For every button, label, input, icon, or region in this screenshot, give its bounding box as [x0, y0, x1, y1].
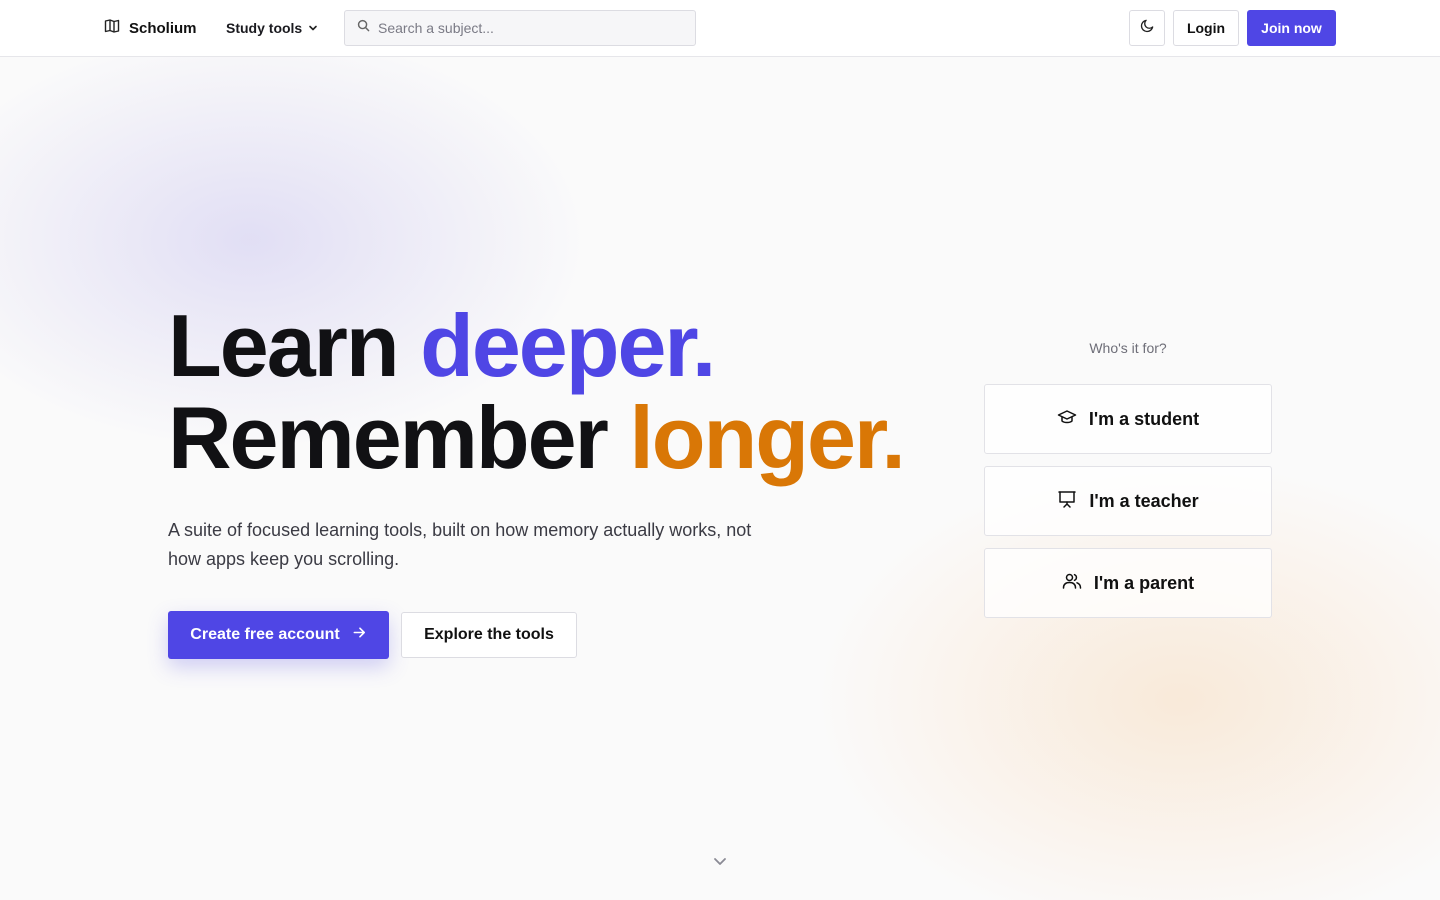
explore-tools-button[interactable]: Explore the tools [401, 612, 577, 658]
chevron-down-icon [308, 20, 318, 36]
headline-line-1: Learn deeper. [168, 300, 904, 392]
graduation-cap-icon [1057, 407, 1077, 432]
parent-option[interactable]: I'm a parent [984, 548, 1272, 618]
study-tools-label: Study tools [226, 20, 303, 36]
scroll-down-indicator[interactable] [710, 853, 730, 873]
theme-toggle-button[interactable] [1129, 10, 1165, 46]
study-tools-dropdown[interactable]: Study tools [226, 17, 318, 39]
presentation-board-icon [1057, 489, 1077, 514]
hero-headline: Learn deeper. Remember longer. [168, 300, 906, 484]
headline-line-2-text: Remember [168, 388, 630, 487]
search-input[interactable] [378, 20, 678, 36]
subject-search [344, 10, 696, 46]
users-icon [1062, 571, 1082, 596]
join-now-button[interactable]: Join now [1247, 10, 1336, 46]
open-book-icon [104, 18, 120, 38]
top-navbar: Scholium Study tools Login Join now [0, 0, 1440, 57]
create-account-button[interactable]: Create free account [168, 611, 389, 659]
arrow-right-icon [352, 625, 367, 645]
create-account-label: Create free account [190, 626, 340, 643]
hero-subtitle: A suite of focused learning tools, built… [168, 520, 752, 569]
brand-name: Scholium [129, 19, 197, 37]
audience-heading: Who's it for? [1089, 340, 1167, 356]
student-option-label: I'm a student [1088, 408, 1200, 429]
headline-line-1-text: Learn [168, 296, 421, 395]
headline-line-2: Remember longer. [168, 392, 906, 484]
teacher-option-label: I'm a teacher [1089, 490, 1199, 511]
search-icon [357, 19, 370, 37]
teacher-option[interactable]: I'm a teacher [984, 466, 1272, 536]
brand-logo[interactable]: Scholium [104, 17, 197, 39]
parent-option-label: I'm a parent [1093, 572, 1195, 593]
student-option[interactable]: I'm a student [984, 384, 1272, 454]
moon-icon [1140, 18, 1155, 38]
chevron-down-icon [712, 853, 728, 874]
headline-accent-deeper: deeper. [420, 296, 716, 395]
login-button[interactable]: Login [1173, 10, 1239, 46]
headline-accent-longer: longer. [629, 388, 905, 487]
